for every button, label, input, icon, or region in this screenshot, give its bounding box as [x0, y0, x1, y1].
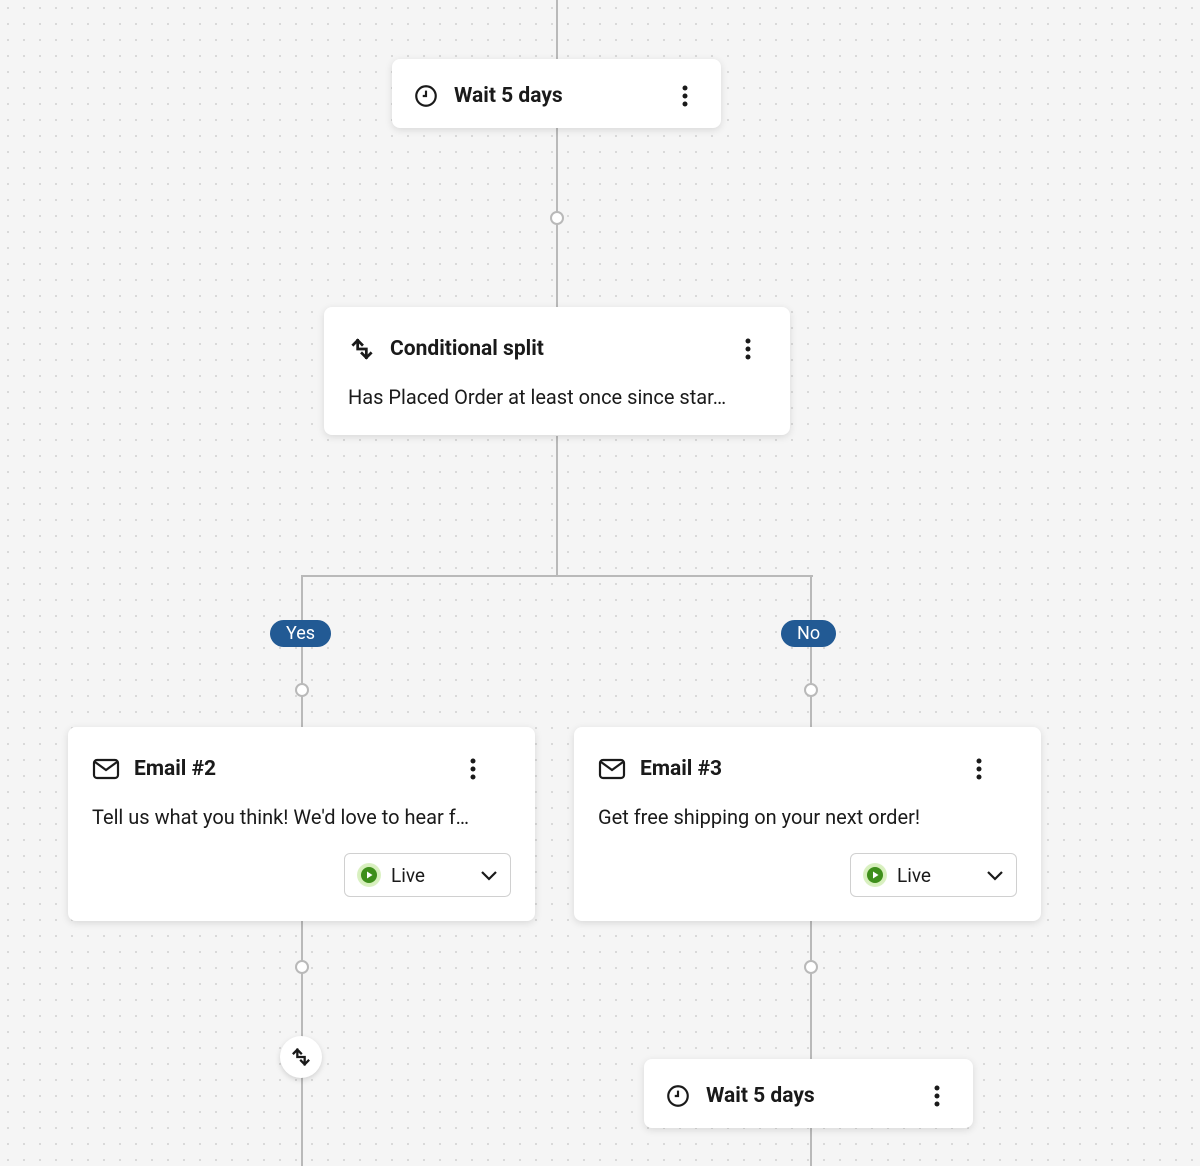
wait-node[interactable]: Wait 5 days [392, 59, 721, 128]
connector-handle[interactable] [804, 960, 818, 974]
node-description: Tell us what you think! We'd love to hea… [92, 805, 511, 829]
mail-icon [598, 755, 626, 783]
more-button[interactable] [667, 78, 703, 114]
clock-icon [664, 1082, 692, 1110]
node-header: Email #2 [92, 751, 511, 787]
add-split-button[interactable] [280, 1036, 322, 1078]
node-header: Email #3 [598, 751, 1017, 787]
email-node-3[interactable]: Email #3 Get free shipping on your next … [574, 727, 1041, 921]
mail-icon [92, 755, 120, 783]
connector-handle[interactable] [295, 960, 309, 974]
node-header: Wait 5 days [644, 1059, 973, 1133]
node-title: Email #3 [640, 757, 961, 781]
status-row: Live [598, 853, 1017, 897]
live-icon [863, 863, 887, 887]
node-title: Wait 5 days [706, 1084, 919, 1108]
branch-badge-no: No [781, 620, 836, 647]
node-description: Has Placed Order at least once since sta… [348, 385, 766, 409]
branch-badge-yes: Yes [270, 620, 331, 647]
chevron-down-icon [480, 869, 498, 881]
node-header: Wait 5 days [392, 59, 721, 133]
node-title: Email #2 [134, 757, 455, 781]
connector-handle[interactable] [804, 683, 818, 697]
connector-line [810, 913, 812, 1059]
connector-handle[interactable] [550, 211, 564, 225]
connector-handle[interactable] [295, 683, 309, 697]
chevron-down-icon [986, 869, 1004, 881]
status-dropdown[interactable]: Live [850, 853, 1017, 897]
clock-icon [412, 82, 440, 110]
connector-line [810, 575, 812, 727]
email-node-2[interactable]: Email #2 Tell us what you think! We'd lo… [68, 727, 535, 921]
connector-line [556, 0, 558, 59]
status-label: Live [897, 864, 986, 887]
live-icon [357, 863, 381, 887]
node-title: Conditional split [390, 337, 730, 361]
more-button[interactable] [730, 331, 766, 367]
node-description: Get free shipping on your next order! [598, 805, 1017, 829]
node-header: Conditional split [348, 331, 766, 367]
wait-node[interactable]: Wait 5 days [644, 1059, 973, 1128]
more-button[interactable] [961, 751, 997, 787]
connector-line [556, 436, 558, 575]
conditional-split-node[interactable]: Conditional split Has Placed Order at le… [324, 307, 790, 435]
split-icon [348, 335, 376, 363]
more-button[interactable] [455, 751, 491, 787]
status-dropdown[interactable]: Live [344, 853, 511, 897]
status-row: Live [92, 853, 511, 897]
connector-line [301, 575, 303, 727]
connector-line [810, 1128, 812, 1166]
more-button[interactable] [919, 1078, 955, 1114]
status-label: Live [391, 864, 480, 887]
node-title: Wait 5 days [454, 84, 667, 108]
connector-line [301, 575, 813, 577]
